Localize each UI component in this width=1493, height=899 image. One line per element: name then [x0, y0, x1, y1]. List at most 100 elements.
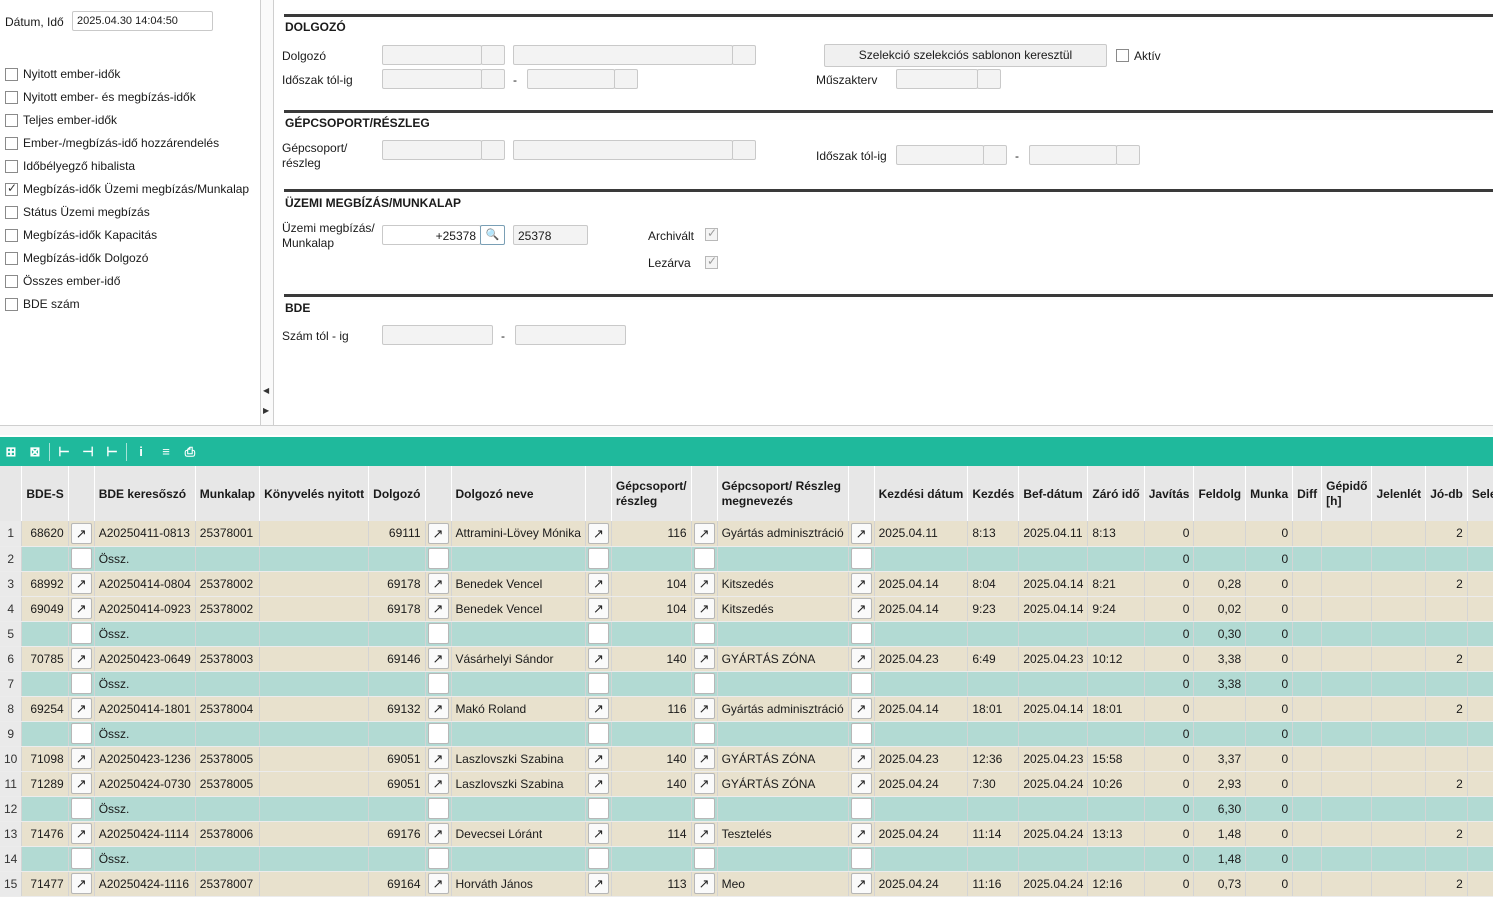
bde-from-field[interactable] [382, 325, 493, 345]
idoszak-from-picker[interactable] [481, 69, 505, 89]
open-link-icon[interactable] [70, 673, 92, 694]
open-link-icon[interactable]: ↗ [427, 773, 449, 794]
column-header[interactable] [0, 466, 23, 521]
open-link-icon[interactable]: ↗ [70, 573, 92, 594]
gep-idoszak-from-field[interactable] [896, 145, 984, 165]
table-summary-row[interactable]: 5Össz.00,30000 [0, 621, 1493, 647]
column-header[interactable]: Gépcsoport/ részleg [611, 466, 692, 521]
report-option-checkbox[interactable] [5, 114, 18, 127]
gep-idoszak-to-field[interactable] [1029, 145, 1117, 165]
table-summary-row[interactable]: 12Össz.06,30000 [0, 796, 1493, 822]
open-link-icon[interactable]: ↗ [693, 748, 715, 769]
open-link-icon[interactable]: ↗ [693, 573, 715, 594]
gepcsoport-name-field[interactable] [513, 140, 733, 160]
open-link-icon[interactable] [693, 798, 715, 819]
open-link-icon[interactable]: ↗ [850, 873, 872, 894]
open-link-icon[interactable] [427, 723, 449, 744]
vertical-splitter[interactable]: ◀ ▶ [260, 0, 274, 425]
aktiv-checkbox[interactable] [1116, 49, 1129, 62]
idoszak-to-picker[interactable] [614, 69, 638, 89]
report-option-checkbox[interactable] [5, 181, 18, 196]
uzemi-search-button[interactable]: 🔍 [480, 225, 505, 245]
open-link-icon[interactable]: ↗ [850, 648, 872, 669]
table-row[interactable]: 3 68992 ↗ A20250414-0804 25378002 69178 ↗ Bened… [0, 571, 1493, 597]
open-link-icon[interactable]: ↗ [70, 698, 92, 719]
table-summary-row[interactable]: 14Össz.01,48000 [0, 846, 1493, 872]
report-option-checkbox[interactable] [5, 229, 18, 242]
open-link-icon[interactable] [587, 673, 609, 694]
open-link-icon[interactable]: ↗ [693, 522, 715, 544]
open-link-icon[interactable] [587, 798, 609, 819]
open-link-icon[interactable]: ↗ [427, 698, 449, 719]
open-link-icon[interactable] [850, 723, 872, 744]
open-link-icon[interactable]: ↗ [850, 823, 872, 844]
collapse-left-icon[interactable]: ◀ [263, 386, 269, 395]
column-header[interactable] [585, 466, 612, 521]
report-option-checkbox[interactable] [5, 160, 18, 173]
print-icon[interactable]: ⎙ [181, 443, 199, 461]
open-link-icon[interactable]: ↗ [587, 598, 609, 619]
open-link-icon[interactable]: ↗ [850, 773, 872, 794]
open-link-icon[interactable]: ↗ [427, 598, 449, 619]
open-link-icon[interactable]: ↗ [693, 598, 715, 619]
info-icon[interactable]: i [132, 443, 150, 461]
open-link-icon[interactable]: ↗ [427, 748, 449, 769]
open-link-icon[interactable] [850, 673, 872, 694]
column-header[interactable]: Munkalap [195, 466, 261, 521]
open-link-icon[interactable]: ↗ [693, 648, 715, 669]
report-option-checkbox[interactable] [5, 137, 18, 150]
table-row[interactable]: 8 69254 ↗ A20250414-1801 25378004 69132 ↗ Makó … [0, 696, 1493, 722]
open-link-icon[interactable]: ↗ [587, 873, 609, 894]
open-link-icon[interactable] [693, 623, 715, 644]
report-option-checkbox[interactable] [5, 275, 18, 288]
menu-icon[interactable]: ≡ [157, 443, 175, 461]
open-link-icon[interactable] [587, 723, 609, 744]
open-link-icon[interactable] [427, 673, 449, 694]
open-link-icon[interactable] [693, 848, 715, 869]
report-option-checkbox[interactable] [5, 298, 18, 311]
open-link-icon[interactable] [70, 623, 92, 644]
column-header[interactable]: Dolgozó [368, 466, 426, 521]
open-link-icon[interactable] [850, 548, 872, 569]
column-header[interactable]: Jó-db [1425, 466, 1468, 521]
open-link-icon[interactable]: ↗ [850, 698, 872, 719]
open-link-icon[interactable]: ↗ [427, 823, 449, 844]
column-header[interactable]: Javítás [1144, 466, 1195, 521]
column-header[interactable]: Kezdés [967, 466, 1020, 521]
column-header[interactable]: Gépidő [h] [1321, 466, 1373, 521]
open-link-icon[interactable]: ↗ [70, 598, 92, 619]
horizontal-splitter[interactable] [0, 425, 1493, 435]
delete-row-icon[interactable]: ⊠ [26, 443, 44, 461]
open-link-icon[interactable]: ↗ [587, 773, 609, 794]
open-link-icon[interactable]: ↗ [850, 573, 872, 594]
add-row-icon[interactable]: ⊞ [2, 443, 20, 461]
gep-idoszak-from-picker[interactable] [983, 145, 1007, 165]
open-link-icon[interactable] [587, 848, 609, 869]
dolgozo-id-field[interactable] [382, 45, 482, 65]
column-header[interactable] [691, 466, 718, 521]
open-link-icon[interactable] [693, 673, 715, 694]
fit-columns-icon[interactable]: ⊢ [55, 443, 73, 461]
table-row[interactable]: 1 68620 ↗ A20250411-0813 25378001 69111 ↗ Attra… [0, 521, 1493, 547]
gepcsoport-name-lookup-button[interactable] [732, 140, 756, 160]
gep-idoszak-to-picker[interactable] [1116, 145, 1140, 165]
lezarva-checkbox[interactable] [705, 254, 718, 269]
open-link-icon[interactable]: ↗ [693, 773, 715, 794]
idoszak-to-field[interactable] [527, 69, 615, 89]
open-link-icon[interactable]: ↗ [693, 698, 715, 719]
open-link-icon[interactable]: ↗ [693, 823, 715, 844]
dolgozo-name-lookup-button[interactable] [732, 45, 756, 65]
open-link-icon[interactable] [427, 848, 449, 869]
column-header[interactable] [425, 466, 452, 521]
table-row[interactable]: 15 71477 ↗ A20250424-1116 25378007 69164 ↗ Horv… [0, 871, 1493, 897]
column-header[interactable]: Záró idő [1087, 466, 1145, 521]
open-link-icon[interactable]: ↗ [693, 873, 715, 894]
column-header[interactable]: Munka [1245, 466, 1294, 521]
uzemi-megbizas-field[interactable]: +25378 [382, 225, 481, 245]
open-link-icon[interactable]: ↗ [850, 522, 872, 544]
open-link-icon[interactable] [850, 848, 872, 869]
open-link-icon[interactable] [693, 548, 715, 569]
table-row[interactable]: 11 71289 ↗ A20250424-0730 25378005 69051 ↗ Lasz… [0, 771, 1493, 797]
muszakterv-field[interactable] [896, 69, 978, 89]
open-link-icon[interactable] [70, 848, 92, 869]
